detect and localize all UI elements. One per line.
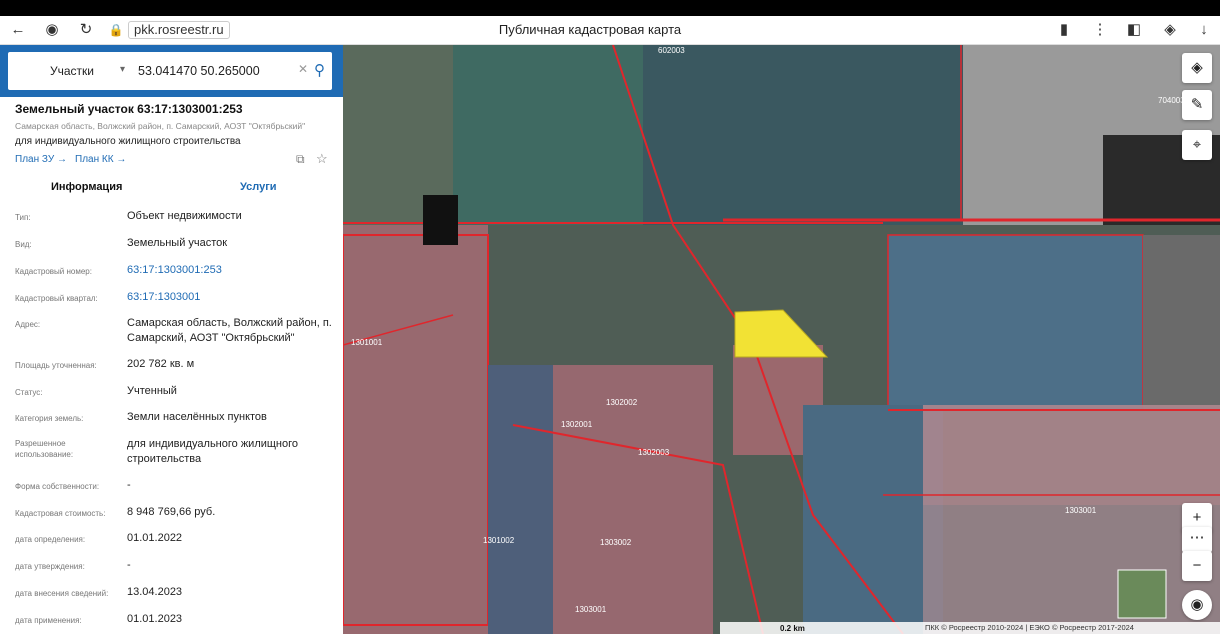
shield-icon[interactable]: ◈: [1160, 20, 1180, 40]
field-label: дата внесения сведений:: [15, 589, 109, 598]
map-label: 1303002: [600, 538, 632, 547]
info-panel: Участки ▾ ✕ ⚲ Земельный участок 63:17:13…: [0, 45, 343, 634]
extensions-icon[interactable]: ◧: [1124, 20, 1144, 40]
map-label: 1303001: [1065, 506, 1097, 515]
search-box: Участки ▾ ✕ ⚲: [8, 52, 332, 90]
field-value: 01.01.2023: [127, 613, 183, 625]
field-value: 01.01.2022: [127, 532, 183, 544]
field-value: 8 948 769,66 руб.: [127, 506, 216, 518]
field-label: дата определения:: [15, 535, 86, 544]
reload-icon[interactable]: ↻: [76, 20, 96, 40]
field-value: для индивидуального жилищного строительс…: [127, 438, 299, 465]
field-label: Форма собственности:: [15, 482, 100, 491]
map-label: 1302001: [561, 420, 593, 429]
field-label: Кадастровый квартал:: [15, 294, 98, 303]
back-arrow-icon[interactable]: ←: [8, 20, 28, 40]
search-bar: Участки ▾ ✕ ⚲: [0, 45, 343, 97]
field-label: Площадь уточненная:: [15, 361, 97, 370]
device-status-bar: [0, 0, 1220, 16]
lock-icon: 🔒: [108, 23, 124, 37]
tab-information[interactable]: Информация: [51, 181, 122, 193]
copy-icon[interactable]: ⧉: [296, 152, 305, 167]
map-label: 1302002: [606, 398, 638, 407]
field-label: Кадастровая стоимость:: [15, 509, 106, 518]
address-bar[interactable]: pkk.rosreestr.ru: [128, 21, 230, 39]
map-label: 1303001: [575, 605, 607, 614]
zoom-out-button[interactable]: −: [1182, 551, 1212, 581]
close-icon[interactable]: ✕: [298, 62, 308, 76]
field-label: дата применения:: [15, 616, 82, 625]
reader-mode-icon[interactable]: ◉: [42, 20, 62, 40]
search-icon[interactable]: ⚲: [314, 61, 325, 79]
compass-icon[interactable]: ◉: [1182, 590, 1212, 620]
parcel-usage: для индивидуального жилищного строительс…: [15, 136, 241, 147]
map-label: 1301002: [483, 536, 515, 545]
download-icon[interactable]: ↓: [1194, 20, 1214, 40]
attribution-text: ПКК © Росреестр 2010-2024 | ЕЭКО © Росре…: [925, 623, 1134, 632]
more-icon[interactable]: ⋮: [1090, 20, 1110, 40]
search-input[interactable]: [138, 61, 288, 81]
field-value: Объект недвижимости: [127, 210, 242, 222]
cadastral-quarter-link[interactable]: 63:17:1303001: [127, 290, 337, 305]
cadastral-map[interactable]: 1301001 1302002 1302001 1302003 1301002 …: [343, 45, 1220, 634]
locate-icon[interactable]: ⌖: [1182, 130, 1212, 160]
field-label: Вид:: [15, 240, 32, 249]
parcel-address: Самарская область, Волжский район, п. Са…: [15, 121, 306, 131]
cadastral-number-link[interactable]: 63:17:1303001:253: [127, 263, 337, 278]
field-value: 13.04.2023: [127, 586, 183, 598]
field-label: Тип:: [15, 213, 31, 222]
plan-zu-link[interactable]: План ЗУ →: [15, 154, 67, 165]
field-label: Адрес:: [15, 320, 41, 329]
search-type-select[interactable]: Участки: [50, 64, 94, 78]
field-value: Самарская область, Волжский район, п. Са…: [127, 317, 332, 344]
chevron-down-icon[interactable]: ▾: [120, 64, 125, 75]
field-label: Категория земель:: [15, 414, 84, 423]
page-title: Публичная кадастровая карта: [498, 22, 682, 37]
parcel-title: Земельный участок 63:17:1303001:253: [15, 102, 243, 116]
field-label: Кадастровый номер:: [15, 267, 92, 276]
map-canvas: 1301001 1302002 1302001 1302003 1301002 …: [343, 45, 1220, 634]
field-label: Статус:: [15, 388, 43, 397]
field-value: Земли населённых пунктов: [127, 411, 267, 423]
map-label: 1301001: [351, 338, 383, 347]
field-label: Разрешенное использование:: [15, 439, 74, 459]
field-value: 202 782 кв. м: [127, 358, 195, 370]
field-value: Земельный участок: [127, 237, 228, 249]
star-icon[interactable]: ☆: [316, 151, 328, 167]
field-value: -: [127, 479, 131, 491]
map-label: 602003: [658, 46, 685, 55]
scale-label: 0.2 km: [780, 624, 805, 633]
field-value: -: [127, 559, 131, 571]
plan-kk-link[interactable]: План КК →: [75, 154, 126, 165]
browser-toolbar: ← ◉ ↻ 🔒 pkk.rosreestr.ru Публичная кадас…: [0, 16, 1220, 45]
layers-icon[interactable]: ◈: [1182, 53, 1212, 83]
tab-services[interactable]: Услуги: [240, 181, 277, 193]
more-icon[interactable]: ⋯: [1182, 527, 1212, 553]
ruler-icon[interactable]: ✎: [1182, 90, 1212, 120]
bookmark-icon[interactable]: ▮: [1054, 20, 1074, 40]
map-label: 1302003: [638, 448, 670, 457]
field-label: дата утверждения:: [15, 562, 85, 571]
field-value: Учтенный: [127, 385, 177, 397]
